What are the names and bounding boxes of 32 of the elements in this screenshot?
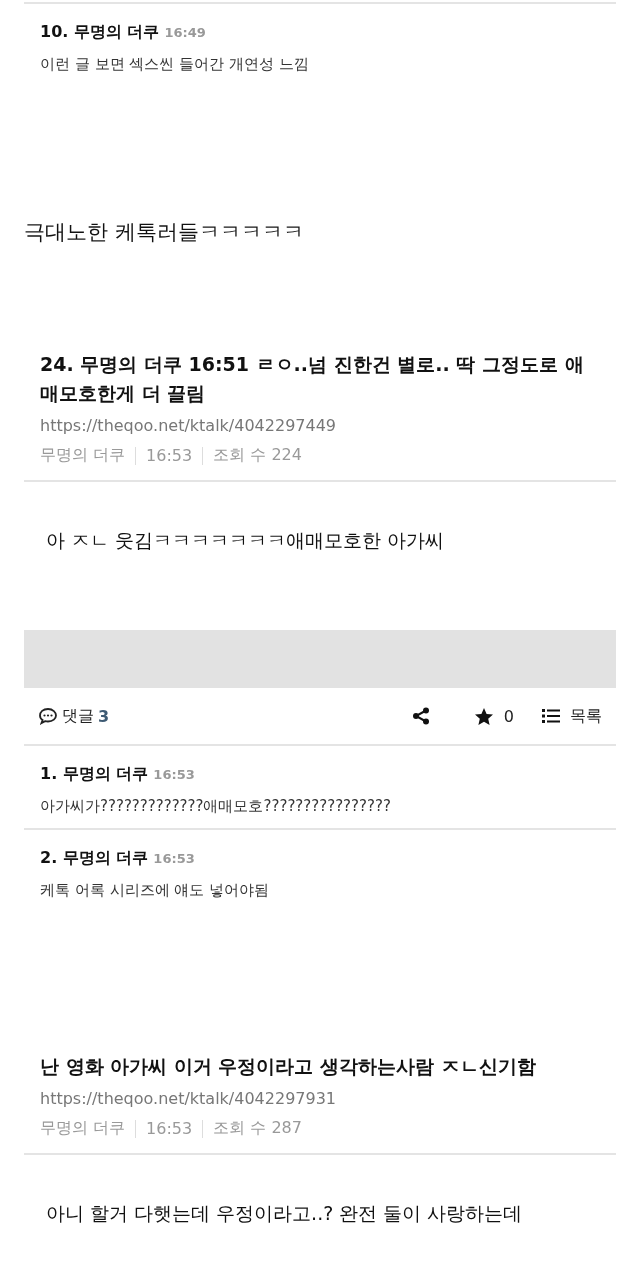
- view-count: 조회 수 287: [213, 1118, 302, 1139]
- list-button[interactable]: 목록: [542, 705, 602, 727]
- comment-text: 케톡 어록 시리즈에 얘도 넣어야됨: [40, 881, 271, 900]
- comment-time: 16:53: [153, 851, 195, 866]
- post-title: 24. 무명의 더쿠 16:51 ㄹㅇ..넘 진한건 별로.. 딱 그정도로 애매모호한게 더 끌림: [40, 352, 585, 406]
- comment-text: 이런 글 보면 섹스씬 들어간 개연성 느낌: [40, 55, 310, 74]
- caption-text: 극대노한 케톡러들ㅋㅋㅋㅋㅋ: [24, 219, 305, 246]
- star-button[interactable]: 0: [473, 706, 514, 726]
- view-count: 조회 수 224: [213, 445, 302, 466]
- post-time: 16:53: [146, 1119, 193, 1138]
- caption-text: 아 ㅈㄴ 웃김ㅋㅋㅋㅋㅋㅋㅋ애매모호한 아가씨: [45, 528, 446, 553]
- comment-author: 2. 무명의 더쿠: [40, 848, 149, 869]
- list-icon: [542, 708, 560, 724]
- comment-count: 3: [98, 706, 110, 726]
- post-author: 무명의 더쿠: [40, 445, 126, 466]
- comment-author: 10. 무명의 더쿠: [40, 22, 160, 43]
- share-icon: [411, 707, 430, 725]
- comment-author: 1. 무명의 더쿠: [40, 764, 149, 785]
- comment-time: 16:53: [153, 767, 195, 782]
- comment-time: 16:49: [164, 25, 206, 40]
- comment-text: 아가씨가?????????????애매모호????????????????: [40, 797, 392, 816]
- post-url[interactable]: https://theqoo.net/ktalk/4042297931: [40, 1089, 600, 1108]
- caption-text: 아니 할거 다햇는데 우정이라고..? 완전 둘이 사랑하는데: [45, 1201, 524, 1226]
- star-icon: [473, 706, 494, 726]
- post-title: 난 영화 아가씨 이거 우정이라고 생각하는사람 ㅈㄴ신기함: [40, 1054, 537, 1079]
- share-button[interactable]: [411, 707, 430, 725]
- speech-bubble-icon: [38, 707, 58, 725]
- post-time: 16:53: [146, 446, 193, 465]
- post-url[interactable]: https://theqoo.net/ktalk/4042297449: [40, 416, 600, 435]
- star-count: 0: [503, 706, 514, 726]
- post-author: 무명의 더쿠: [40, 1118, 126, 1139]
- comment-label: 댓글: [62, 705, 94, 727]
